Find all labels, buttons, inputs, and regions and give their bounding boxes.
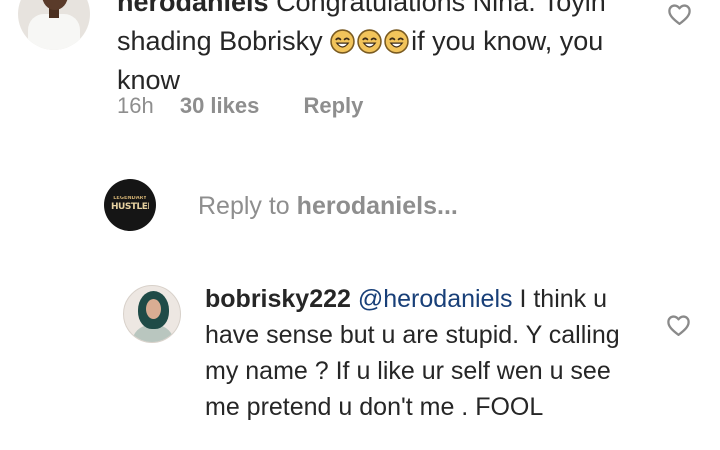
laughing-emoji-icon bbox=[357, 26, 384, 56]
reply-input-prefix: Reply to bbox=[198, 192, 297, 220]
comment-likes-count[interactable]: 30 likes bbox=[180, 93, 260, 118]
reply-button[interactable]: Reply bbox=[303, 93, 363, 118]
avatar-face bbox=[146, 299, 161, 319]
reply-input-mention: herodaniels... bbox=[296, 192, 458, 220]
second-comment-mention[interactable]: @herodaniels bbox=[358, 285, 513, 313]
heart-icon[interactable] bbox=[667, 2, 692, 27]
bobrisky-avatar[interactable] bbox=[123, 285, 181, 343]
commenter-avatar[interactable] bbox=[18, 0, 90, 50]
reply-input[interactable]: Reply to herodaniels... bbox=[198, 188, 618, 224]
second-comment-text: bobrisky222 @herodaniels I think u have … bbox=[205, 281, 635, 425]
avatar-shirt bbox=[28, 14, 80, 50]
laughing-emoji-icon bbox=[384, 26, 411, 56]
heart-icon[interactable] bbox=[666, 313, 691, 338]
instagram-comment-thread: herodaniels Congratulations Nina. Toyin … bbox=[0, 0, 720, 450]
avatar-head bbox=[42, 0, 68, 10]
avatar-logo-main-text: HUSTLER bbox=[111, 202, 149, 212]
laughing-emoji-icon bbox=[330, 26, 357, 56]
avatar-logo-top-text: LEGENDARY bbox=[113, 196, 147, 201]
first-comment-username[interactable]: herodaniels bbox=[117, 0, 269, 17]
reply-avatar[interactable]: LEGENDARY HUSTLER bbox=[104, 179, 156, 231]
first-comment-text: herodaniels Congratulations Nina. Toyin … bbox=[117, 0, 637, 100]
comment-time: 16h bbox=[117, 93, 154, 118]
second-comment-username[interactable]: bobrisky222 bbox=[205, 285, 351, 313]
first-comment-meta: 16h 30 likes Reply bbox=[117, 93, 363, 119]
